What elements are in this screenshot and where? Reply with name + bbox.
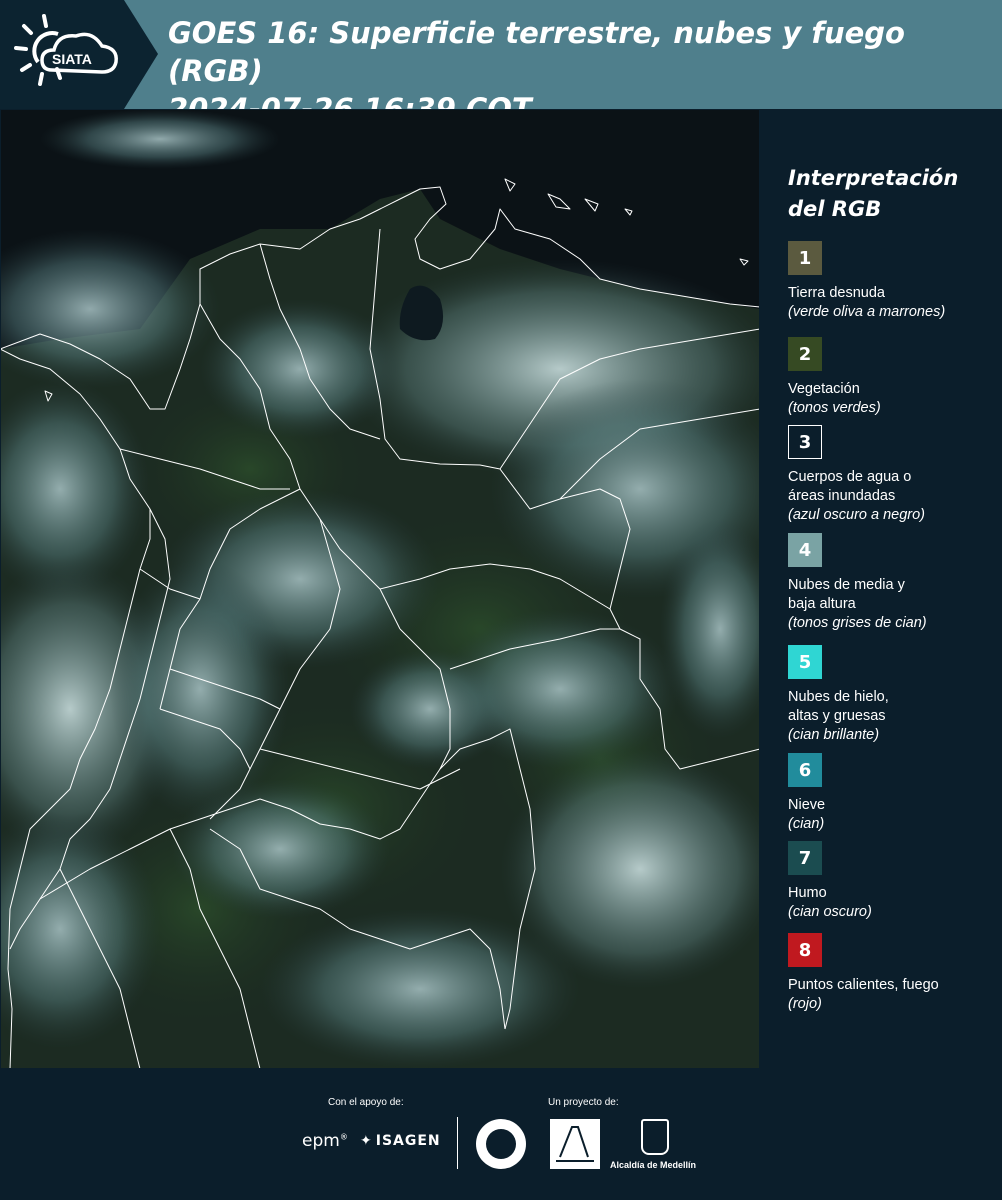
siata-logo: SIATA [14, 14, 118, 86]
support-caption: Con el apoyo de: [328, 1097, 404, 1108]
legend-label: Humo [788, 885, 827, 901]
legend-panel: Interpretación del RGB 1 Tierra desnuda (v… [760, 109, 1002, 1069]
legend-swatch: 2 [788, 337, 822, 371]
legend-item: 4 Nubes de media y baja altura (tonos gris… [788, 533, 998, 633]
alcaldia-label: Alcaldía de Medellín [610, 1160, 697, 1170]
legend-swatch: 7 [788, 841, 822, 875]
legend-item: 2 Vegetación (tonos verdes) [788, 337, 998, 418]
legend-item: 7 Humo (cian oscuro) [788, 841, 998, 922]
legend-title: Interpretación del RGB [788, 166, 959, 221]
legend-label: Nieve [788, 797, 826, 813]
legend-label: Cuerpos de agua o áreas inundadas [788, 469, 912, 504]
legend-sublabel: (cian oscuro) [788, 904, 872, 920]
legend-label: Nubes de media y baja altura [788, 577, 905, 612]
legend-item: 3 Cuerpos de agua o áreas inundadas (azul … [788, 425, 998, 525]
header: SIATA GOES 16: Superficie terrestre, nub… [0, 0, 1002, 126]
logo-text: SIATA [52, 51, 92, 67]
legend-swatch: 8 [788, 933, 822, 967]
legend-item: 6 Nieve (cian) [788, 753, 998, 834]
rgb-satellite-image [0, 109, 760, 1069]
legend-item: 8 Puntos calientes, fuego (rojo) [788, 933, 998, 1014]
satellite-map [0, 109, 760, 1069]
legend-swatch: 6 [788, 753, 822, 787]
isagen-icon: ✦ [360, 1133, 373, 1149]
legend-swatch: 5 [788, 645, 822, 679]
epm-logo: epm® [302, 1131, 348, 1151]
legend-sublabel: (azul oscuro a negro) [788, 507, 926, 523]
legend-label: Tierra desnuda [788, 285, 885, 301]
legend-swatch: 3 [788, 425, 822, 459]
legend-label: Vegetación [788, 381, 860, 397]
legend-sublabel: (cian brillante) [788, 727, 880, 743]
legend-sublabel: (tonos verdes) [788, 400, 881, 416]
university-seal-icon [476, 1119, 526, 1169]
legend-item: 5 Nubes de hielo, altas y gruesas (cian br… [788, 645, 998, 745]
footer: Con el apoyo de: Un proyecto de: epm® ✦ I… [0, 1069, 1002, 1200]
legend-sublabel: (tonos grises de cian) [788, 615, 927, 631]
legend-sublabel: (verde oliva a marrones) [788, 304, 946, 320]
legend-label: Nubes de hielo, altas y gruesas [788, 689, 889, 724]
logo-panel: SIATA [0, 0, 158, 109]
project-caption: Un proyecto de: [548, 1097, 619, 1108]
area-metropolitana-logo [550, 1119, 600, 1169]
legend-sublabel: (cian) [788, 816, 825, 832]
alcaldia-shield-icon [641, 1119, 669, 1155]
legend-label: Puntos calientes, fuego [788, 977, 939, 993]
legend-item: 1 Tierra desnuda (verde oliva a marrones) [788, 241, 998, 322]
legend-swatch: 4 [788, 533, 822, 567]
legend-sublabel: (rojo) [788, 996, 822, 1012]
legend-swatch: 1 [788, 241, 822, 275]
footer-divider [457, 1117, 458, 1169]
isagen-logo: ✦ ISAGEN [360, 1133, 441, 1149]
